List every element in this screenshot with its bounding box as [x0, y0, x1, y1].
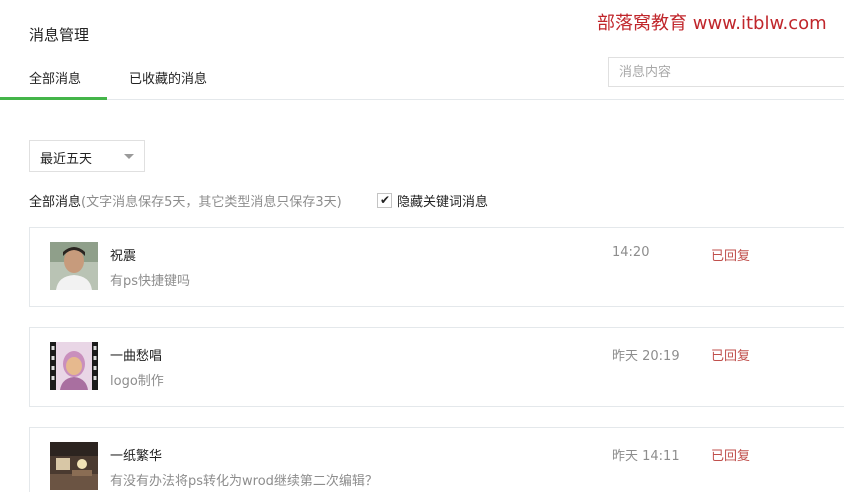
message-time: 昨天 20:19: [612, 349, 680, 364]
date-range-selected: 最近五天: [40, 152, 93, 167]
message-time: 14:20: [612, 245, 650, 260]
watermark: 部落窝教育 www.itblw.com: [597, 13, 827, 34]
reply-status[interactable]: 已回复: [711, 245, 750, 264]
message-card[interactable]: 一曲愁唱 logo制作 昨天 20:19 已回复: [29, 327, 844, 407]
avatar-photo-man-icon: [50, 242, 98, 290]
active-tab-indicator: [0, 97, 107, 100]
tab-favorited-messages[interactable]: 已收藏的消息: [129, 68, 207, 87]
chevron-down-icon: [124, 154, 134, 159]
message-card[interactable]: 祝震 有ps快捷键吗 14:20 已回复: [29, 227, 844, 307]
search-input[interactable]: [609, 58, 844, 86]
message-text: logo制作: [110, 374, 164, 389]
search-box: [608, 57, 844, 87]
date-range-dropdown[interactable]: 最近五天: [29, 140, 145, 172]
avatar[interactable]: [50, 442, 98, 490]
sender-name: 祝震: [110, 249, 137, 264]
sender-name: 一曲愁唱: [110, 349, 163, 364]
filter-summary-label: 全部消息: [29, 195, 82, 210]
message-text: 有ps快捷键吗: [110, 274, 191, 289]
check-icon: ✔: [380, 193, 391, 207]
reply-status[interactable]: 已回复: [711, 445, 750, 464]
sender-name: 一纸繁华: [110, 449, 163, 464]
filter-summary-note: (文字消息保存5天，其它类型消息只保存3天): [81, 195, 342, 210]
page-title: 消息管理: [29, 26, 90, 44]
message-card[interactable]: 一纸繁华 有没有办法将ps转化为wrod继续第二次编辑？ 昨天 14:11 已回…: [29, 427, 844, 492]
tab-all-messages[interactable]: 全部消息: [29, 68, 81, 87]
avatar[interactable]: [50, 342, 98, 390]
filter-summary: 全部消息(文字消息保存5天，其它类型消息只保存3天): [29, 191, 342, 210]
avatar[interactable]: [50, 242, 98, 290]
hide-keyword-checkbox[interactable]: ✔: [377, 193, 392, 208]
hide-keyword-label: 隐藏关键词消息: [397, 195, 489, 210]
message-time: 昨天 14:11: [612, 449, 680, 464]
message-text: 有没有办法将ps转化为wrod继续第二次编辑？: [110, 474, 378, 489]
reply-status[interactable]: 已回复: [711, 345, 750, 364]
avatar-photo-film-icon: [50, 342, 98, 390]
avatar-photo-room-icon: [50, 442, 98, 490]
